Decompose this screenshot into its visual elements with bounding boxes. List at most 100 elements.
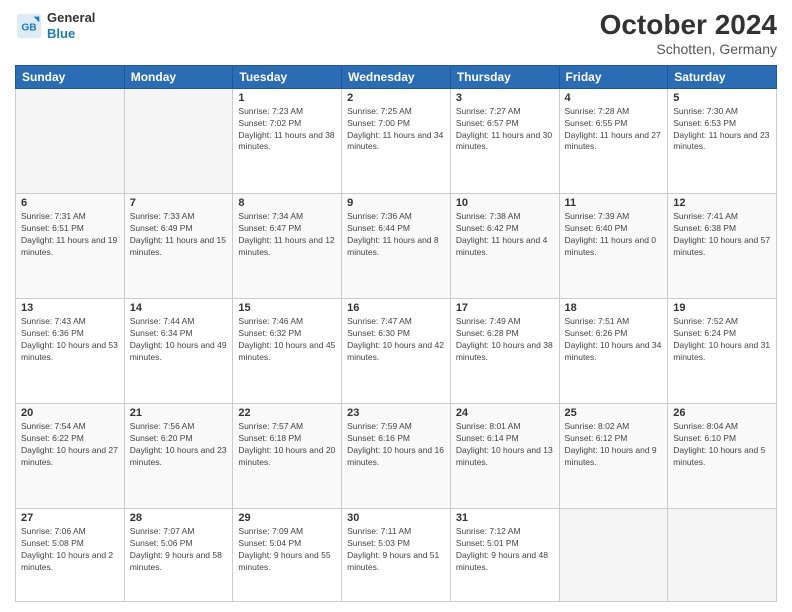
- day-info: Sunrise: 7:39 AMSunset: 6:40 PMDaylight:…: [565, 211, 663, 259]
- day-number: 21: [130, 407, 228, 419]
- day-number: 19: [673, 302, 771, 314]
- calendar-cell: 9Sunrise: 7:36 AMSunset: 6:44 PMDaylight…: [342, 193, 451, 298]
- day-info: Sunrise: 7:28 AMSunset: 6:55 PMDaylight:…: [565, 106, 663, 154]
- day-number: 6: [21, 197, 119, 209]
- logo-line2: Blue: [47, 26, 95, 42]
- logo-icon: GB: [15, 12, 43, 40]
- calendar-cell: 31 Sunrise: 7:12 AMSunset: 5:01 PMDayligh…: [450, 509, 559, 602]
- calendar-cell: 30 Sunrise: 7:11 AMSunset: 5:03 PMDayligh…: [342, 509, 451, 602]
- day-info: Sunrise: 7:52 AMSunset: 6:24 PMDaylight:…: [673, 316, 771, 364]
- calendar-cell: 25 Sunrise: 8:02 AMSunset: 6:12 PMDayligh…: [559, 404, 668, 509]
- calendar-cell: 7Sunrise: 7:33 AMSunset: 6:49 PMDaylight…: [124, 193, 233, 298]
- calendar-cell: 21 Sunrise: 7:56 AMSunset: 6:20 PMDayligh…: [124, 404, 233, 509]
- week-row-1: 1 Sunrise: 7:23 AMSunset: 7:02 PMDaylight…: [16, 88, 777, 193]
- day-info: Sunrise: 8:02 AMSunset: 6:12 PMDaylight:…: [565, 421, 663, 469]
- calendar-table: SundayMondayTuesdayWednesdayThursdayFrid…: [15, 65, 777, 602]
- day-info: Sunrise: 7:09 AMSunset: 5:04 PMDaylight:…: [238, 526, 336, 574]
- day-info: Sunrise: 7:51 AMSunset: 6:26 PMDaylight:…: [565, 316, 663, 364]
- week-row-2: 6 Sunrise: 7:31 AMSunset: 6:51 PMDaylight…: [16, 193, 777, 298]
- day-number: 9: [347, 197, 445, 209]
- day-number: 14: [130, 302, 228, 314]
- day-info: Sunrise: 7:25 AMSunset: 7:00 PMDaylight:…: [347, 106, 445, 154]
- weekday-header-saturday: Saturday: [668, 65, 777, 88]
- day-number: 27: [21, 512, 119, 524]
- day-number: 31: [456, 512, 554, 524]
- day-info: Sunrise: 7:43 AMSunset: 6:36 PMDaylight:…: [21, 316, 119, 364]
- day-number: 5: [673, 92, 771, 104]
- calendar-cell: 18Sunrise: 7:51 AMSunset: 6:26 PMDayligh…: [559, 299, 668, 404]
- day-number: 15: [238, 302, 336, 314]
- day-info: Sunrise: 7:06 AMSunset: 5:08 PMDaylight:…: [21, 526, 119, 574]
- calendar-cell: 3 Sunrise: 7:27 AMSunset: 6:57 PMDaylight…: [450, 88, 559, 193]
- svg-text:GB: GB: [21, 22, 36, 33]
- day-number: 3: [456, 92, 554, 104]
- week-row-5: 27 Sunrise: 7:06 AMSunset: 5:08 PMDayligh…: [16, 509, 777, 602]
- location-subtitle: Schotten, Germany: [600, 41, 777, 57]
- calendar-cell: [124, 88, 233, 193]
- day-info: Sunrise: 7:49 AMSunset: 6:28 PMDaylight:…: [456, 316, 554, 364]
- calendar-cell: 19 Sunrise: 7:52 AMSunset: 6:24 PMDayligh…: [668, 299, 777, 404]
- day-info: Sunrise: 7:12 AMSunset: 5:01 PMDaylight:…: [456, 526, 554, 574]
- calendar-cell: 8Sunrise: 7:34 AMSunset: 6:47 PMDaylight…: [233, 193, 342, 298]
- header: GB General Blue October 2024 Schotten, G…: [15, 10, 777, 57]
- weekday-header-tuesday: Tuesday: [233, 65, 342, 88]
- day-number: 16: [347, 302, 445, 314]
- day-number: 20: [21, 407, 119, 419]
- day-number: 10: [456, 197, 554, 209]
- day-number: 29: [238, 512, 336, 524]
- day-info: Sunrise: 7:31 AMSunset: 6:51 PMDaylight:…: [21, 211, 119, 259]
- calendar-cell: 22 Sunrise: 7:57 AMSunset: 6:18 PMDayligh…: [233, 404, 342, 509]
- day-number: 1: [238, 92, 336, 104]
- day-info: Sunrise: 7:11 AMSunset: 5:03 PMDaylight:…: [347, 526, 445, 574]
- day-number: 4: [565, 92, 663, 104]
- day-number: 26: [673, 407, 771, 419]
- calendar-cell: 27 Sunrise: 7:06 AMSunset: 5:08 PMDayligh…: [16, 509, 125, 602]
- calendar-cell: 10 Sunrise: 7:38 AMSunset: 6:42 PMDayligh…: [450, 193, 559, 298]
- day-info: Sunrise: 7:38 AMSunset: 6:42 PMDaylight:…: [456, 211, 554, 259]
- day-number: 8: [238, 197, 336, 209]
- calendar-cell: 6 Sunrise: 7:31 AMSunset: 6:51 PMDaylight…: [16, 193, 125, 298]
- day-info: Sunrise: 7:59 AMSunset: 6:16 PMDaylight:…: [347, 421, 445, 469]
- calendar-cell: 4 Sunrise: 7:28 AMSunset: 6:55 PMDaylight…: [559, 88, 668, 193]
- day-number: 2: [347, 92, 445, 104]
- calendar-cell: 5Sunrise: 7:30 AMSunset: 6:53 PMDaylight…: [668, 88, 777, 193]
- calendar-cell: [559, 509, 668, 602]
- calendar-cell: 12Sunrise: 7:41 AMSunset: 6:38 PMDayligh…: [668, 193, 777, 298]
- day-info: Sunrise: 7:47 AMSunset: 6:30 PMDaylight:…: [347, 316, 445, 364]
- calendar-cell: [668, 509, 777, 602]
- day-info: Sunrise: 7:23 AMSunset: 7:02 PMDaylight:…: [238, 106, 336, 154]
- day-info: Sunrise: 7:07 AMSunset: 5:06 PMDaylight:…: [130, 526, 228, 574]
- day-info: Sunrise: 7:56 AMSunset: 6:20 PMDaylight:…: [130, 421, 228, 469]
- calendar-cell: 17Sunrise: 7:49 AMSunset: 6:28 PMDayligh…: [450, 299, 559, 404]
- day-number: 22: [238, 407, 336, 419]
- calendar-cell: 29 Sunrise: 7:09 AMSunset: 5:04 PMDayligh…: [233, 509, 342, 602]
- day-info: Sunrise: 7:57 AMSunset: 6:18 PMDaylight:…: [238, 421, 336, 469]
- calendar-cell: 23Sunrise: 7:59 AMSunset: 6:16 PMDayligh…: [342, 404, 451, 509]
- day-info: Sunrise: 7:27 AMSunset: 6:57 PMDaylight:…: [456, 106, 554, 154]
- calendar-body: 1 Sunrise: 7:23 AMSunset: 7:02 PMDaylight…: [16, 88, 777, 601]
- week-row-4: 20 Sunrise: 7:54 AMSunset: 6:22 PMDayligh…: [16, 404, 777, 509]
- logo-line1: General: [47, 10, 95, 26]
- calendar-cell: 26Sunrise: 8:04 AMSunset: 6:10 PMDayligh…: [668, 404, 777, 509]
- weekday-header-friday: Friday: [559, 65, 668, 88]
- logo-text: General Blue: [47, 10, 95, 41]
- calendar-cell: 11Sunrise: 7:39 AMSunset: 6:40 PMDayligh…: [559, 193, 668, 298]
- day-info: Sunrise: 7:44 AMSunset: 6:34 PMDaylight:…: [130, 316, 228, 364]
- day-info: Sunrise: 7:46 AMSunset: 6:32 PMDaylight:…: [238, 316, 336, 364]
- weekday-header-row: SundayMondayTuesdayWednesdayThursdayFrid…: [16, 65, 777, 88]
- logo: GB General Blue: [15, 10, 95, 41]
- day-number: 30: [347, 512, 445, 524]
- weekday-header-thursday: Thursday: [450, 65, 559, 88]
- day-info: Sunrise: 8:01 AMSunset: 6:14 PMDaylight:…: [456, 421, 554, 469]
- calendar-cell: 24 Sunrise: 8:01 AMSunset: 6:14 PMDayligh…: [450, 404, 559, 509]
- day-number: 13: [21, 302, 119, 314]
- day-info: Sunrise: 7:54 AMSunset: 6:22 PMDaylight:…: [21, 421, 119, 469]
- calendar-cell: 2 Sunrise: 7:25 AMSunset: 7:00 PMDaylight…: [342, 88, 451, 193]
- day-number: 25: [565, 407, 663, 419]
- day-number: 7: [130, 197, 228, 209]
- day-number: 24: [456, 407, 554, 419]
- calendar-cell: 15 Sunrise: 7:46 AMSunset: 6:32 PMDayligh…: [233, 299, 342, 404]
- week-row-3: 13 Sunrise: 7:43 AMSunset: 6:36 PMDayligh…: [16, 299, 777, 404]
- day-number: 12: [673, 197, 771, 209]
- weekday-header-wednesday: Wednesday: [342, 65, 451, 88]
